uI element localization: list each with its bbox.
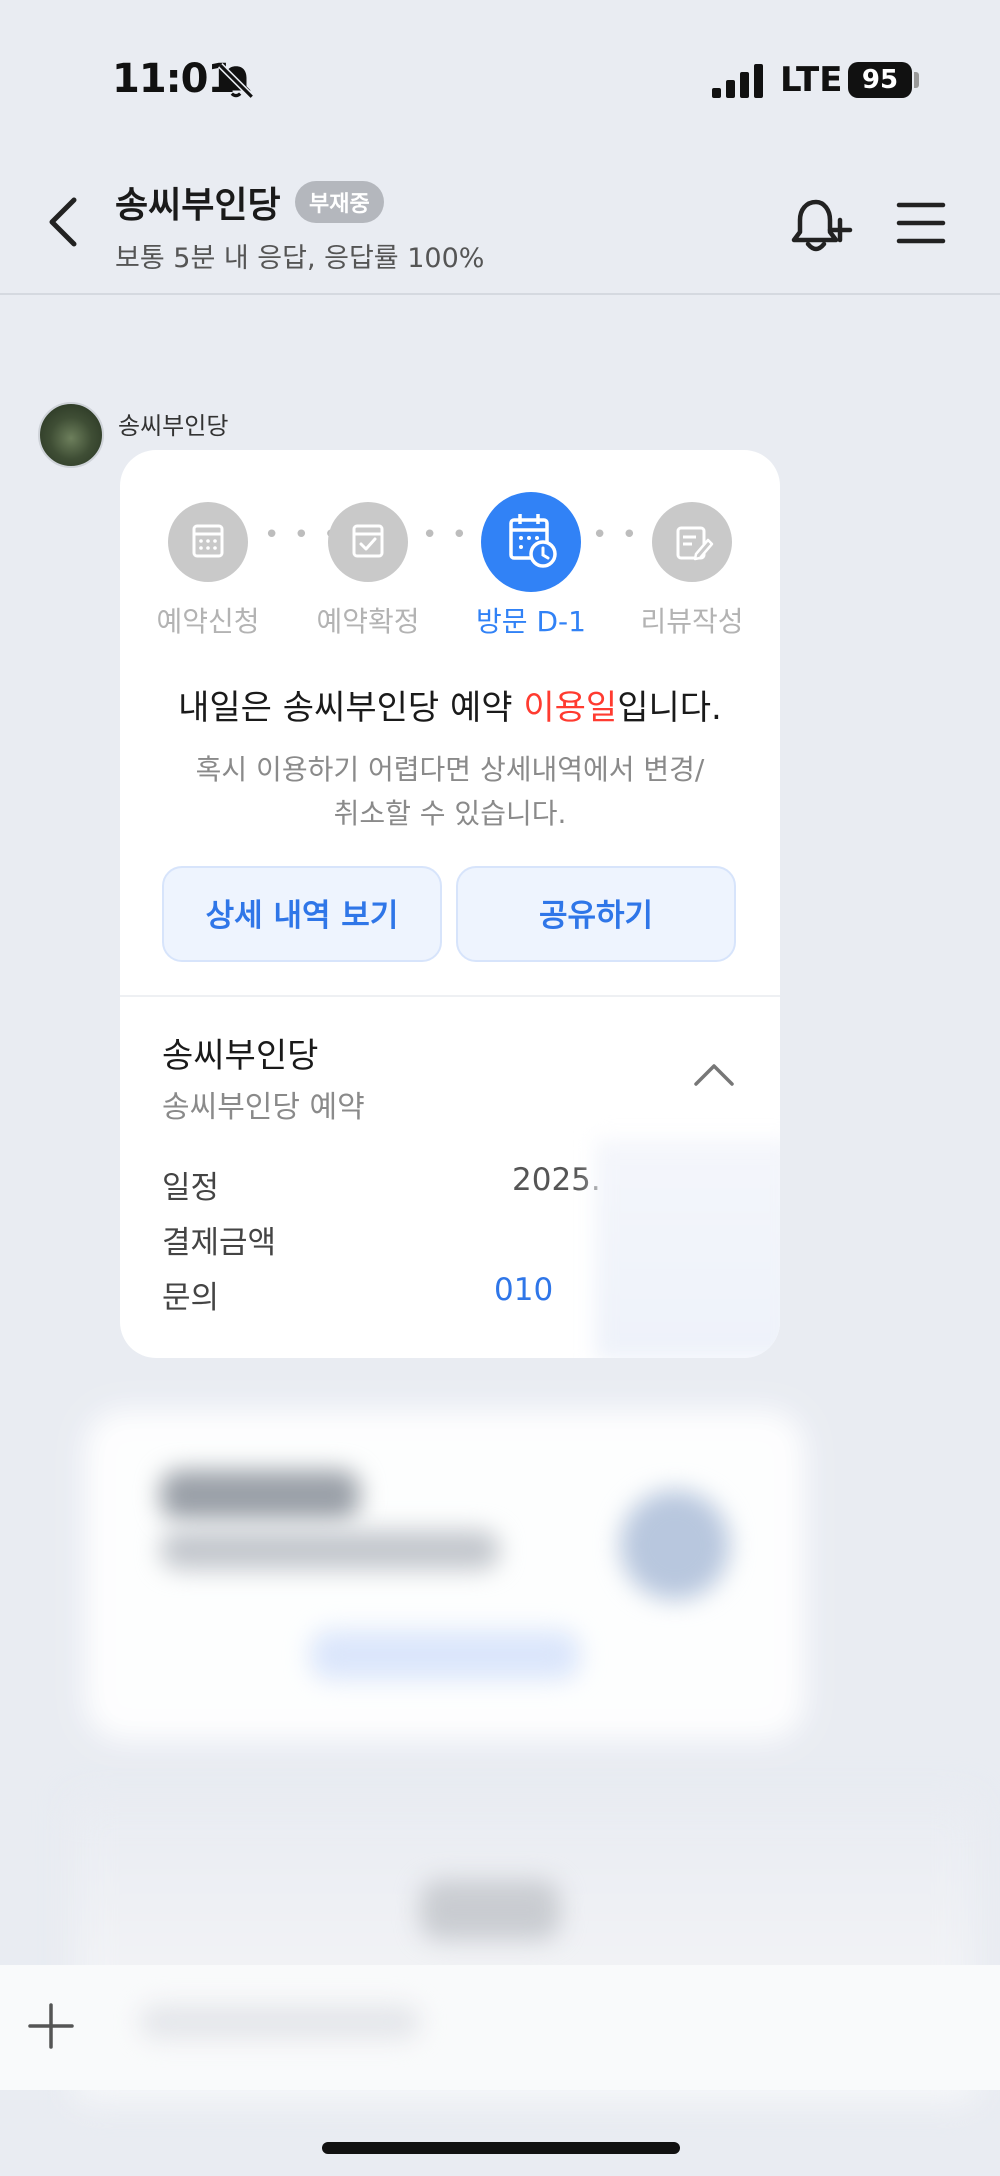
redacted-blob bbox=[140, 2005, 420, 2039]
inquiry-phone-link[interactable]: 010 bbox=[494, 1272, 553, 1308]
bell-off-icon bbox=[218, 63, 254, 99]
place-description: 송씨부인당 예약 bbox=[162, 1090, 365, 1125]
redacted-area bbox=[595, 1140, 780, 1358]
divider bbox=[120, 995, 780, 997]
redacted-blob bbox=[420, 1880, 560, 1940]
sender-name: 송씨부인당 bbox=[118, 412, 229, 440]
back-arrow-icon[interactable] bbox=[40, 192, 86, 252]
highlighted-text: 이용일 bbox=[523, 688, 618, 728]
step-label: 예약확정 bbox=[316, 605, 420, 638]
sender-avatar[interactable] bbox=[38, 402, 104, 468]
calendar-grid-icon bbox=[192, 524, 224, 558]
chevron-up-icon[interactable] bbox=[692, 1060, 736, 1090]
reminder-subtext: 혹시 이용하기 어렵다면 상세내역에서 변경/취소할 수 있습니다. bbox=[195, 753, 705, 830]
redacted-blob bbox=[620, 1490, 730, 1600]
chat-title: 송씨부인당 bbox=[115, 185, 281, 226]
view-details-button[interactable]: 상세 내역 보기 bbox=[162, 866, 442, 962]
step-confirm bbox=[328, 502, 408, 582]
step-visit bbox=[481, 492, 581, 592]
place-name: 송씨부인당 bbox=[162, 1036, 319, 1076]
calendar-clock-icon bbox=[509, 514, 557, 568]
step-review bbox=[652, 502, 732, 582]
reservation-card: • • • • • • • • • 예약신청 예약확정 방문 D-1 리뷰작성 … bbox=[120, 450, 780, 1358]
inquiry-label: 문의 bbox=[162, 1280, 220, 1316]
notification-add-icon[interactable] bbox=[790, 194, 854, 258]
payment-label: 결제금액 bbox=[162, 1225, 277, 1261]
battery-indicator: 95 bbox=[848, 62, 912, 98]
step-label: 리뷰작성 bbox=[640, 605, 744, 638]
review-edit-icon bbox=[676, 526, 714, 561]
away-status-badge: 부재중 bbox=[295, 181, 384, 223]
step-request bbox=[168, 502, 248, 582]
plus-icon[interactable] bbox=[28, 2003, 74, 2049]
menu-icon[interactable] bbox=[896, 200, 946, 246]
step-label-active: 방문 D-1 bbox=[476, 605, 586, 638]
step-label: 예약신청 bbox=[156, 605, 260, 638]
network-label: LTE bbox=[780, 60, 843, 100]
calendar-check-icon bbox=[352, 524, 384, 558]
response-info: 보통 5분 내 응답, 응답률 100% bbox=[115, 243, 485, 274]
home-indicator bbox=[322, 2142, 680, 2154]
redacted-blob bbox=[160, 1470, 360, 1520]
reminder-message: 내일은 송씨부인당 예약 이용일입니다. bbox=[178, 688, 722, 728]
redacted-blob bbox=[160, 1530, 500, 1570]
schedule-value: 2025. bbox=[512, 1162, 601, 1198]
share-button[interactable]: 공유하기 bbox=[456, 866, 736, 962]
signal-icon bbox=[712, 64, 763, 98]
battery-tip bbox=[914, 72, 919, 88]
schedule-label: 일정 bbox=[162, 1170, 220, 1206]
redacted-blob bbox=[310, 1630, 580, 1680]
